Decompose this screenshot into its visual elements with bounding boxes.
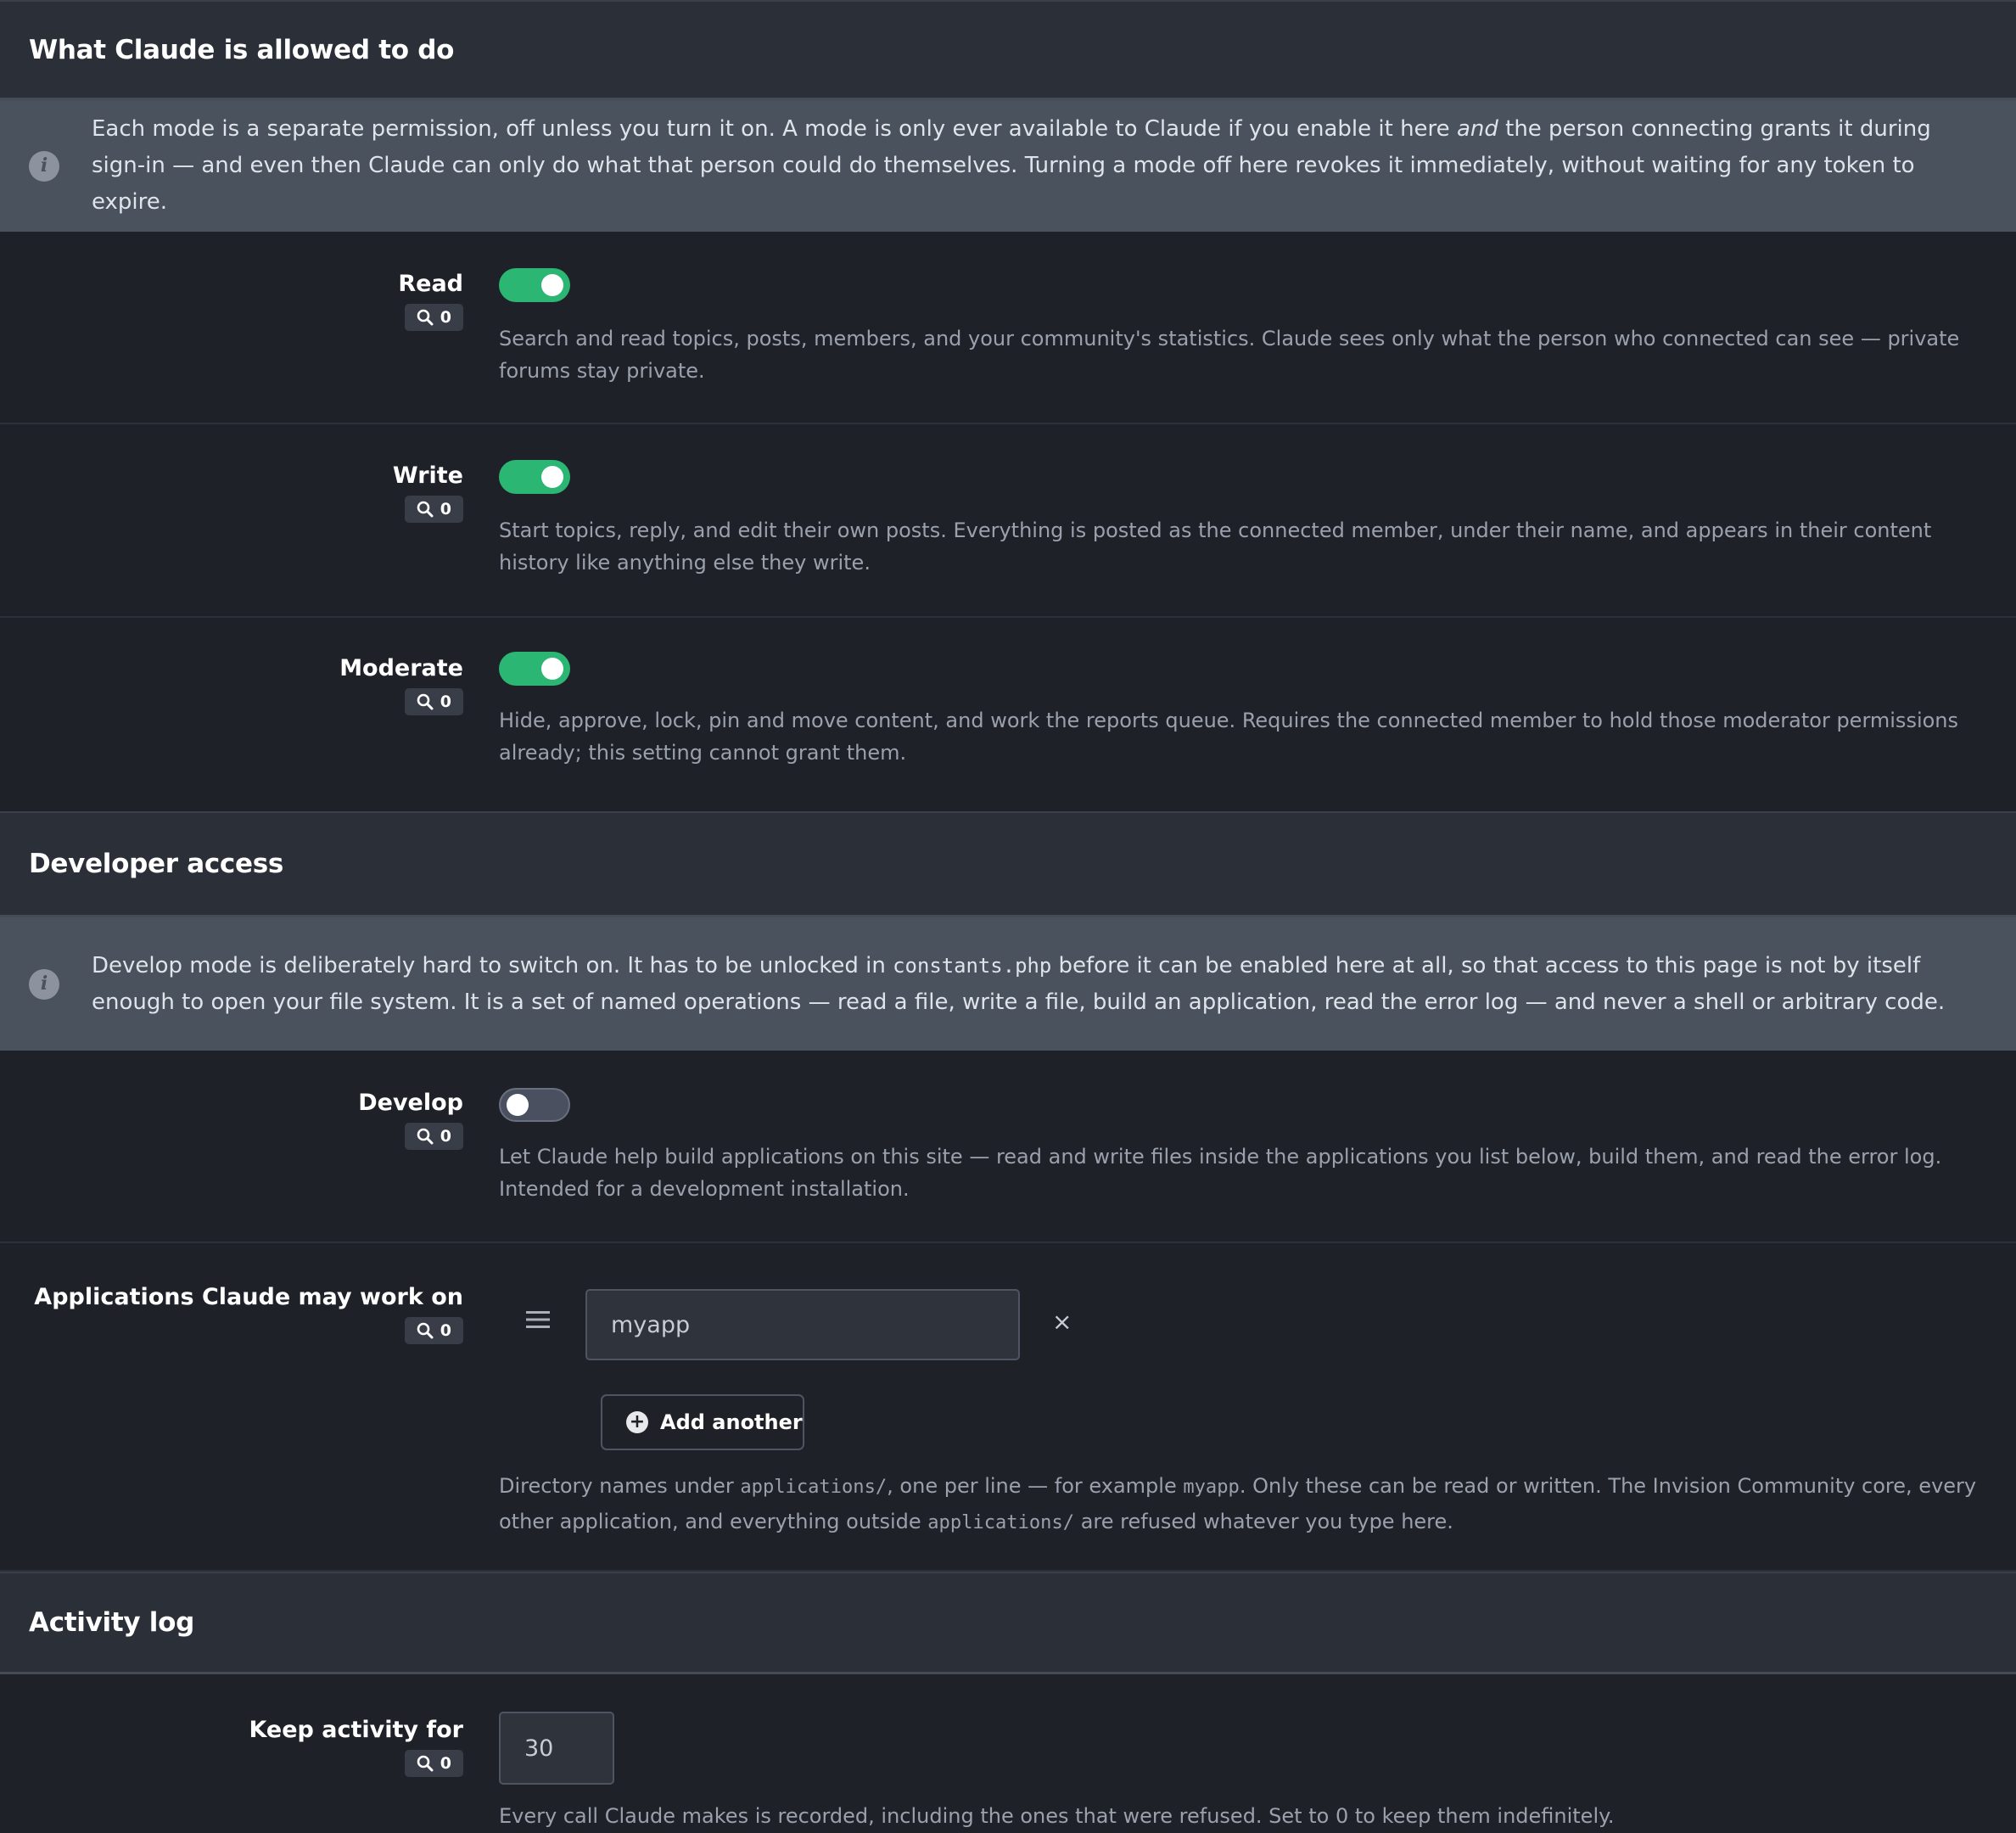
setting-description: Search and read topics, posts, members, … <box>499 327 1960 383</box>
setting-row-read: Read 0 Search and read topics, posts, me… <box>0 232 2016 424</box>
search-badge[interactable]: 0 <box>404 1123 463 1150</box>
setting-description: Every call Claude makes is recorded, inc… <box>499 1804 1615 1828</box>
section-header-activity: Activity log <box>0 1572 2016 1674</box>
setting-description: Hide, approve, lock, pin and move conten… <box>499 709 1959 765</box>
info-text: Develop mode is deliberately hard to swi… <box>92 952 1946 1015</box>
search-icon <box>417 309 434 326</box>
setting-row-keep-activity: Keep activity for 0 30 Every call Claude… <box>0 1674 2016 1833</box>
add-another-button[interactable]: + Add another <box>601 1394 804 1450</box>
search-icon <box>417 1128 434 1145</box>
search-badge[interactable]: 0 <box>404 1750 463 1777</box>
setting-label: Develop 0 <box>358 1090 463 1150</box>
toggle-write[interactable] <box>499 460 570 494</box>
setting-description: Let Claude help build applications on th… <box>499 1145 1942 1201</box>
section-header-allowed: What Claude is allowed to do <box>0 0 2016 100</box>
search-badge[interactable]: 0 <box>404 688 463 715</box>
search-icon <box>417 1755 434 1772</box>
setting-label: Write 0 <box>393 462 463 523</box>
info-icon: i <box>29 968 59 1000</box>
info-box-modes: i Each mode is a separate permission, of… <box>0 100 2016 232</box>
setting-row-develop: Develop 0 Let Claude help build applicat… <box>0 1051 2016 1243</box>
setting-row-applications: Applications Claude may work on 0 myapp … <box>0 1243 2016 1572</box>
setting-label: Moderate 0 <box>339 655 463 715</box>
search-badge[interactable]: 0 <box>404 304 463 331</box>
application-name-input[interactable]: myapp <box>585 1289 1020 1360</box>
setting-row-write: Write 0 Start topics, reply, and edit th… <box>0 424 2016 618</box>
setting-description: Start topics, reply, and edit their own … <box>499 519 1932 575</box>
plus-circle-icon: + <box>626 1411 648 1433</box>
setting-description: Directory names under applications/, one… <box>499 1474 1977 1533</box>
info-box-developer: i Develop mode is deliberately hard to s… <box>0 917 2016 1051</box>
toggle-develop[interactable] <box>499 1088 570 1122</box>
close-icon[interactable]: × <box>1052 1308 1072 1336</box>
settings-page: What Claude is allowed to do i Each mode… <box>0 0 2016 1833</box>
info-icon: i <box>29 150 59 182</box>
section-title: Activity log <box>29 1607 194 1638</box>
toggle-moderate[interactable] <box>499 652 570 686</box>
search-icon <box>417 693 434 710</box>
setting-label: Read 0 <box>398 271 463 331</box>
keep-activity-days-input[interactable]: 30 <box>499 1712 614 1785</box>
setting-label: Applications Claude may work on 0 <box>34 1284 463 1344</box>
search-badge[interactable]: 0 <box>404 496 463 523</box>
setting-row-moderate: Moderate 0 Hide, approve, lock, pin and … <box>0 618 2016 811</box>
search-icon <box>417 501 434 518</box>
setting-label: Keep activity for 0 <box>249 1717 463 1777</box>
section-title: Developer access <box>29 849 284 879</box>
section-header-developer: Developer access <box>0 811 2016 917</box>
section-title: What Claude is allowed to do <box>29 34 455 65</box>
search-badge[interactable]: 0 <box>404 1317 463 1344</box>
info-text: Each mode is a separate permission, off … <box>92 116 1931 215</box>
drag-handle-icon[interactable] <box>526 1309 550 1330</box>
search-icon <box>417 1322 434 1339</box>
toggle-read[interactable] <box>499 268 570 302</box>
